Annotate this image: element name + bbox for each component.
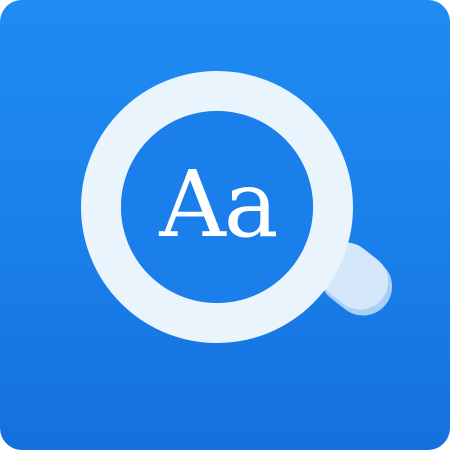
- app-icon[interactable]: Aa: [0, 0, 450, 450]
- icon-text-aa: Aa: [159, 151, 278, 258]
